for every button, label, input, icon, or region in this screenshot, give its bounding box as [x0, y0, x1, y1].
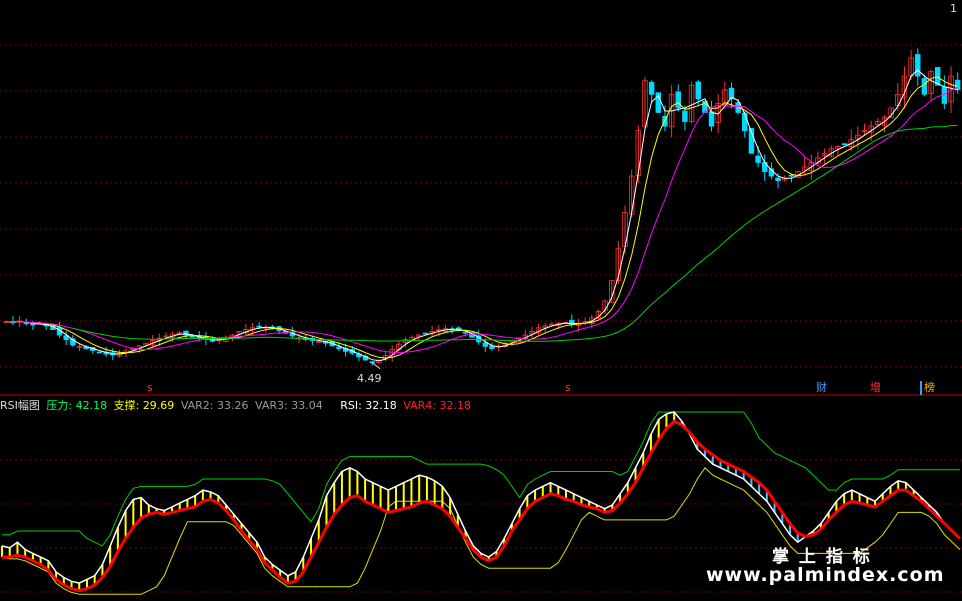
candlestick-series: [3, 48, 961, 366]
moving-averages: [6, 69, 958, 370]
candle-body: [256, 325, 262, 328]
candle-body: [462, 331, 469, 334]
candle-body: [422, 332, 429, 335]
tag-cai-badge[interactable]: 财: [814, 381, 829, 395]
candle-body: [775, 177, 781, 182]
indicator-name: RSI幅图: [0, 399, 40, 412]
tag-bang-badge[interactable]: 榜: [920, 381, 937, 395]
var4-label: VAR4:: [403, 399, 436, 412]
candle-body: [189, 335, 196, 338]
candle-body: [482, 342, 489, 347]
support-value: 29.69: [142, 399, 175, 412]
rsi-value: 32.18: [365, 399, 397, 412]
candle-body: [369, 361, 375, 364]
candle-body: [96, 351, 103, 354]
candle-body: [708, 111, 715, 127]
ma-mid-line: [6, 76, 958, 359]
low-price-label: 4.49: [357, 372, 382, 385]
candle-body: [841, 143, 848, 146]
low-price-pointer: [371, 362, 381, 370]
candle-body: [336, 346, 342, 350]
tag-zeng-badge[interactable]: 增: [868, 381, 883, 395]
ma-short-line: [6, 69, 958, 362]
var3-label: VAR3:: [255, 399, 288, 412]
var4-value: 32.18: [439, 399, 472, 412]
var2-label: VAR2:: [180, 399, 214, 412]
candle-body: [675, 91, 681, 109]
stock-chart[interactable]: [0, 0, 962, 601]
candle-body: [648, 81, 655, 95]
signal-marker-s2: s: [565, 381, 571, 394]
candle-body: [209, 339, 216, 342]
indicator-legend: RSI幅图 压力: 42.18 支撑: 29.69 VAR2: 33.26 VA…: [0, 397, 474, 413]
candle-body: [569, 319, 575, 325]
rsi-label: RSI:: [340, 399, 362, 412]
ma-long-line: [6, 87, 958, 354]
candle-body: [742, 112, 748, 132]
var2-value: 33.26: [217, 399, 249, 412]
pressure-label: 压力:: [46, 399, 73, 412]
high-price-label: 1: [950, 2, 957, 15]
var3-value: 33.04: [291, 399, 323, 412]
candle-body: [788, 174, 795, 177]
support-label: 支撑:: [113, 399, 140, 412]
candle-body: [682, 110, 688, 122]
pressure-band-line: [2, 411, 960, 547]
candle-body: [921, 78, 928, 95]
pressure-value: 42.18: [75, 399, 108, 412]
watermark-url: www.palmindex.com: [706, 564, 945, 586]
candle-body: [695, 81, 701, 100]
price-grid: [0, 44, 962, 368]
candle-body: [755, 155, 761, 163]
candle-body: [915, 54, 921, 77]
signal-marker-s1: s: [147, 381, 153, 394]
